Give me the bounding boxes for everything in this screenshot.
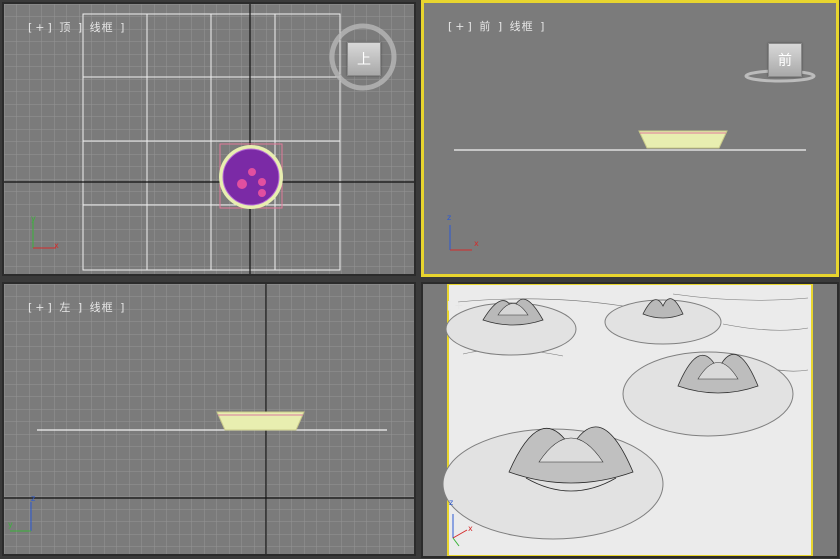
axis-label-y-left: y	[8, 520, 13, 529]
axis-label-x-persp: x	[468, 524, 473, 533]
viewport-label-left[interactable]: [+] 左 ] 线框 ]	[10, 286, 127, 328]
viewcube-front-label: 前	[778, 53, 792, 69]
viewcube-top[interactable]: 上	[347, 42, 381, 76]
top-viewport[interactable]: [+] 顶 ] 线框 ] 上 y x	[2, 2, 416, 276]
viewcube-front[interactable]: 前	[768, 43, 802, 77]
viewport-label-front[interactable]: [+] 前 ] 线框 ]	[430, 5, 547, 47]
axis-label-z-left: z	[31, 494, 36, 503]
axis-label-y-top: y	[31, 214, 36, 223]
pond-object-front[interactable]	[638, 130, 728, 149]
axis-label-z-persp: z	[449, 498, 454, 507]
viewcube-top-label: 上	[357, 52, 371, 68]
axis-label-x-front: x	[474, 239, 479, 248]
left-viewport[interactable]: [+] 左 ] 线框 ] z y	[2, 282, 416, 556]
perspective-render	[423, 284, 837, 556]
axis-label-x-top: x	[54, 241, 59, 250]
axis-label-z-front: z	[447, 213, 452, 222]
front-viewport[interactable]: [+] 前 ] 线框 ] 前 z x	[421, 0, 839, 277]
viewport-label-top[interactable]: [+] 顶 ] 线框 ]	[10, 6, 127, 48]
perspective-viewport[interactable]: [+ z x	[421, 282, 839, 558]
viewport-label-perspective[interactable]: [+	[429, 286, 467, 325]
